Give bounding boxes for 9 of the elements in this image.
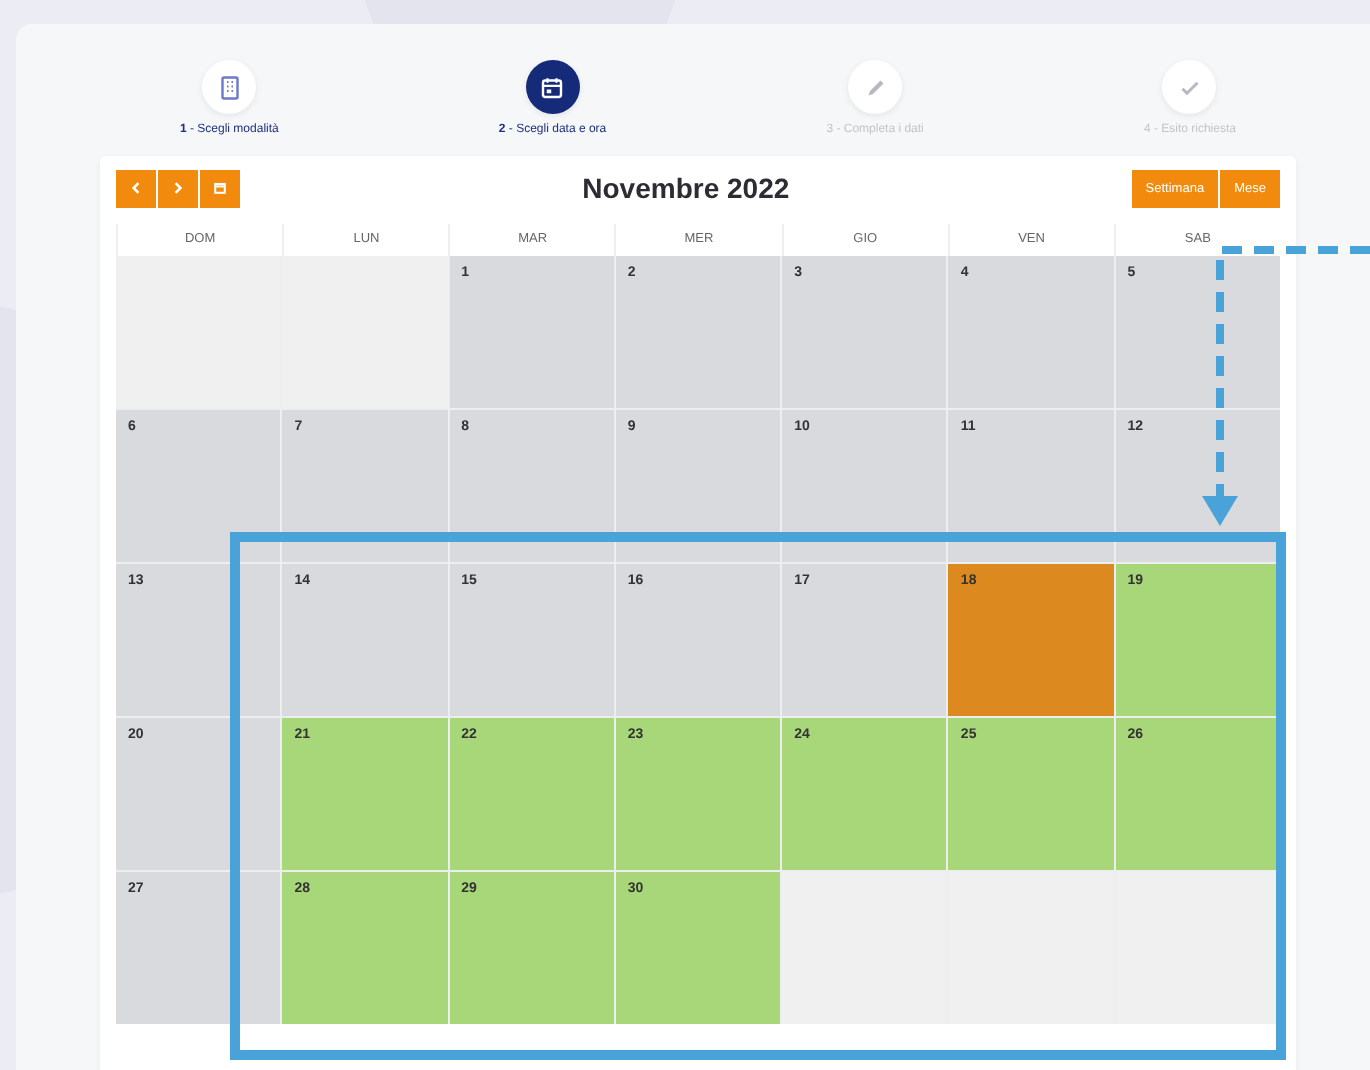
month-title: Novembre 2022 — [582, 172, 790, 204]
next-button[interactable] — [158, 169, 198, 207]
chevron-right-icon — [170, 180, 186, 196]
calendar-icon — [212, 180, 228, 196]
step-calendar-icon[interactable] — [525, 60, 580, 114]
previous-button[interactable] — [116, 169, 156, 207]
today-button[interactable] — [200, 169, 240, 207]
chevron-left-icon — [128, 180, 144, 196]
step-building-icon[interactable] — [202, 60, 257, 114]
